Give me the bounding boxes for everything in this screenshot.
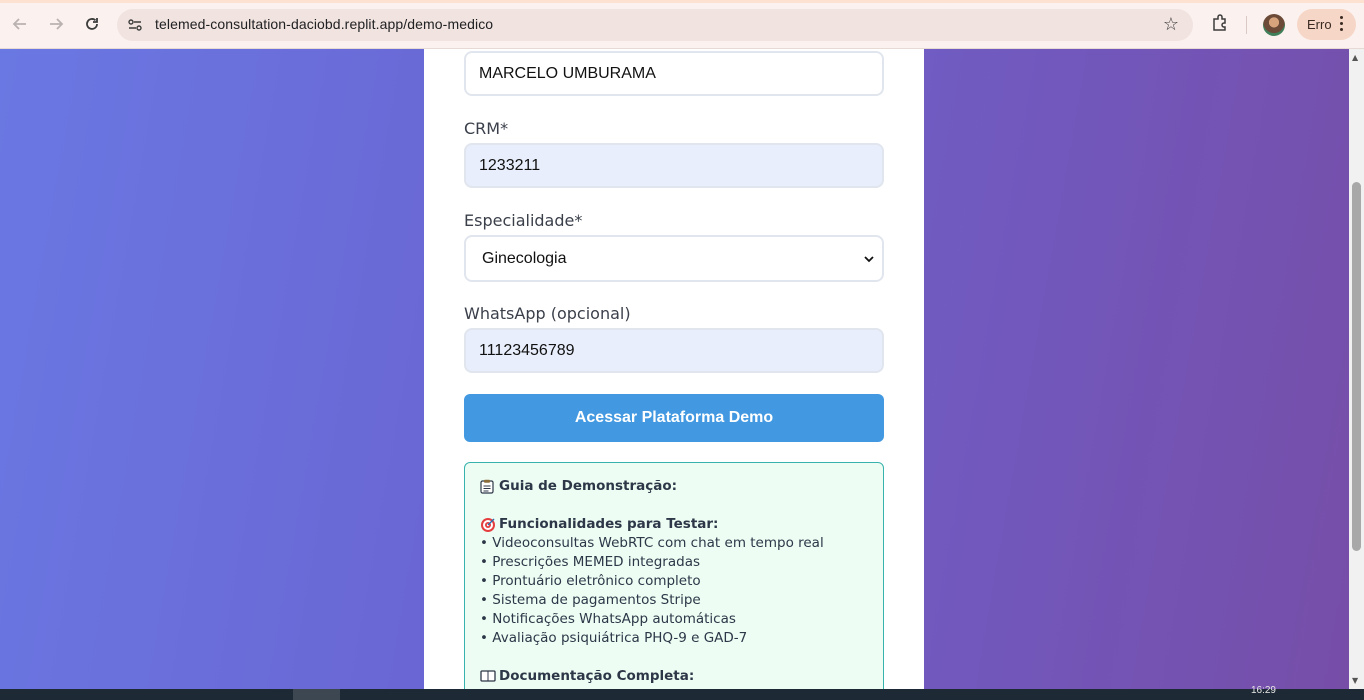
profile-error-chip[interactable]: Erro — [1297, 9, 1356, 40]
page-background: MARCELO UMBURAMA CRM* 1233211 Especialid… — [0, 49, 1349, 689]
feature-item: • Sistema de pagamentos Stripe — [480, 592, 701, 608]
crm-input-value: 1233211 — [479, 156, 541, 174]
crm-input[interactable]: 1233211 — [464, 143, 884, 188]
scroll-down-icon[interactable]: ▼ — [1352, 676, 1358, 685]
extensions-icon[interactable] — [1210, 13, 1230, 33]
taskbar-clock: 16:29 — [1250, 685, 1276, 696]
scrollbar-thumb[interactable] — [1352, 182, 1361, 551]
back-icon[interactable] — [8, 12, 32, 36]
reload-icon[interactable] — [80, 12, 104, 36]
target-icon — [480, 517, 495, 532]
demo-guide-box: Guia de Demonstração: Funcionalidades pa… — [464, 462, 884, 689]
profile-avatar[interactable] — [1263, 14, 1285, 36]
address-bar[interactable]: telemed-consultation-daciobd.replit.app/… — [117, 9, 1193, 41]
feature-item: • Videoconsultas WebRTC com chat em temp… — [480, 535, 824, 551]
page-scrollbar[interactable]: ▲ ▼ — [1349, 49, 1364, 689]
name-input-value: MARCELO UMBURAMA — [479, 64, 656, 82]
crm-label: CRM* — [464, 119, 509, 138]
name-input[interactable]: MARCELO UMBURAMA — [464, 51, 884, 96]
feature-item: • Avaliação psiquiátrica PHQ-9 e GAD-7 — [480, 630, 748, 646]
features-title-row: Funcionalidades para Testar: — [480, 515, 868, 534]
scroll-up-icon[interactable]: ▲ — [1352, 53, 1358, 62]
feature-item: • Notificações WhatsApp automáticas — [480, 611, 736, 627]
specialty-label: Especialidade* — [464, 211, 583, 230]
specialty-selected-value: Ginecologia — [482, 249, 567, 267]
tab-strip-edge — [0, 0, 1364, 3]
bookmark-star-icon[interactable]: ☆ — [1163, 14, 1179, 35]
clipboard-icon — [480, 479, 494, 494]
access-demo-button[interactable]: Acessar Plataforma Demo — [464, 394, 884, 442]
profile-error-label: Erro — [1307, 17, 1332, 32]
whatsapp-input[interactable]: 11123456789 — [464, 328, 884, 373]
demo-login-card: MARCELO UMBURAMA CRM* 1233211 Especialid… — [424, 49, 924, 689]
docs-title-row: Documentação Completa: — [480, 667, 868, 686]
whatsapp-label: WhatsApp (opcional) — [464, 304, 631, 323]
whatsapp-input-value: 11123456789 — [479, 341, 575, 359]
docs-title: Documentação Completa: — [499, 668, 695, 684]
guide-title-row: Guia de Demonstração: — [480, 477, 868, 496]
forward-icon[interactable] — [44, 12, 68, 36]
specialty-select[interactable]: Ginecologia — [464, 235, 884, 282]
site-info-icon[interactable] — [125, 15, 145, 35]
url-text: telemed-consultation-daciobd.replit.app/… — [155, 16, 494, 32]
features-title: Funcionalidades para Testar: — [499, 516, 719, 532]
taskbar-active-app[interactable] — [293, 689, 340, 700]
chevron-down-icon — [864, 252, 874, 266]
guide-title: Guia de Demonstração: — [499, 478, 678, 494]
browser-toolbar: telemed-consultation-daciobd.replit.app/… — [0, 0, 1364, 49]
more-menu-icon[interactable] — [1340, 16, 1344, 34]
toolbar-divider — [1246, 16, 1247, 34]
os-taskbar: 16:29 — [0, 685, 1364, 700]
feature-item: • Prontuário eletrônico completo — [480, 573, 701, 589]
feature-item: • Prescrições MEMED integradas — [480, 554, 701, 570]
book-icon — [480, 669, 496, 684]
